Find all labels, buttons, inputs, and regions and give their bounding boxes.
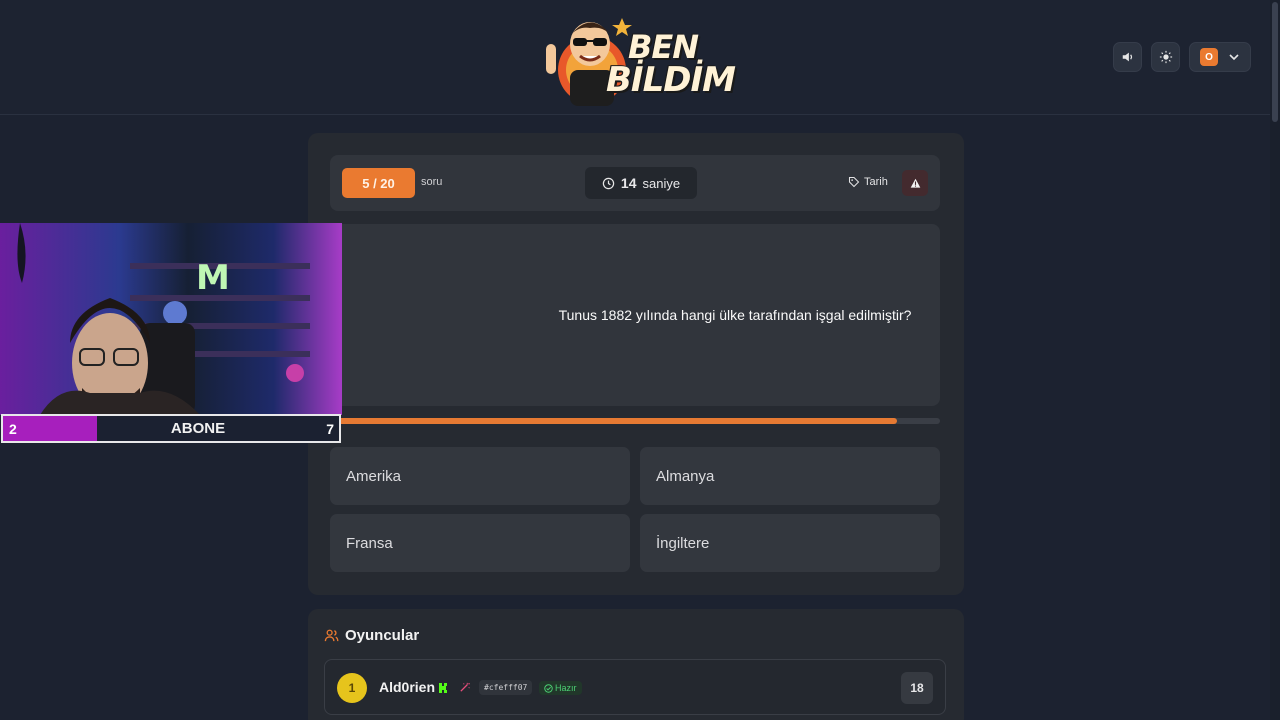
category-label: Tarih xyxy=(864,176,888,188)
timer: 14 saniye xyxy=(585,167,697,199)
theme-toggle-button[interactable] xyxy=(1151,42,1180,72)
answer-option-1[interactable]: Amerika xyxy=(330,447,630,505)
avatar: O xyxy=(1200,48,1218,66)
question-counter: 5 / 20 xyxy=(342,168,415,198)
webcam-overlay: M xyxy=(0,223,342,415)
time-progress-fill xyxy=(330,418,898,424)
player-rank: 1 xyxy=(337,673,367,703)
users-icon xyxy=(324,629,339,642)
report-button[interactable] xyxy=(902,170,928,196)
player-score: 18 xyxy=(901,672,933,704)
speaker-icon xyxy=(1122,52,1132,62)
timer-unit: saniye xyxy=(642,175,681,191)
magic-wand-icon xyxy=(460,682,470,692)
logo-text-bottom: BİLDİM xyxy=(606,60,736,100)
chevron-down-icon xyxy=(1229,54,1239,61)
subscriber-goal-bar: 2 ABONE 7 xyxy=(1,414,341,443)
clock-icon xyxy=(602,177,615,189)
kick-logo-icon xyxy=(439,683,447,693)
tag-icon xyxy=(848,176,860,188)
answer-option-2[interactable]: Almanya xyxy=(640,447,940,505)
time-progress-bar xyxy=(330,418,940,424)
question-counter-label: soru xyxy=(421,176,443,188)
players-heading: Oyuncular xyxy=(324,627,419,644)
scrollbar-thumb[interactable] xyxy=(1272,2,1278,122)
sun-icon xyxy=(1159,50,1172,64)
quiz-status-bar: 5 / 20 soru 14 saniye Tarih xyxy=(330,155,940,211)
ready-badge: Hazır xyxy=(539,681,582,695)
player-row: 1 Ald0rien #cfefff07 Hazır 18 xyxy=(324,659,946,715)
players-panel: Oyuncular 1 Ald0rien #cfefff07 Hazır 18 xyxy=(308,609,964,720)
player-color-code: #cfefff07 xyxy=(479,680,533,695)
question-text: Tunus 1882 yılında hangi ülke tarafından… xyxy=(558,307,912,323)
header: BEN BİLDİM O xyxy=(0,0,1280,115)
avatar-initial: O xyxy=(1205,51,1213,63)
svg-text:M: M xyxy=(196,258,230,298)
players-title: Oyuncular xyxy=(345,627,420,644)
answer-option-4[interactable]: İngiltere xyxy=(640,514,940,572)
logo[interactable]: BEN BİLDİM xyxy=(540,8,736,108)
user-menu-button[interactable]: O xyxy=(1189,42,1251,72)
ready-label: Hazır xyxy=(555,683,577,693)
check-circle-icon xyxy=(544,683,553,693)
question-card: Tunus 1882 yılında hangi ülke tarafından… xyxy=(330,224,940,406)
category-tag: Tarih xyxy=(848,176,888,188)
scrollbar[interactable] xyxy=(1270,0,1280,720)
timer-value: 14 xyxy=(620,175,637,191)
subscriber-goal-label: ABONE xyxy=(170,420,226,437)
volume-button[interactable] xyxy=(1113,42,1142,72)
warning-icon xyxy=(910,178,920,188)
answer-option-3[interactable]: Fransa xyxy=(330,514,630,572)
quiz-panel: 5 / 20 soru 14 saniye Tarih Tunus 1882 y… xyxy=(308,133,964,595)
player-name: Ald0rien xyxy=(379,679,436,695)
subscriber-goal-current: 2 xyxy=(3,416,97,441)
subscriber-goal-target: 7 xyxy=(326,421,334,437)
streamer-video-frame: M xyxy=(17,223,310,415)
